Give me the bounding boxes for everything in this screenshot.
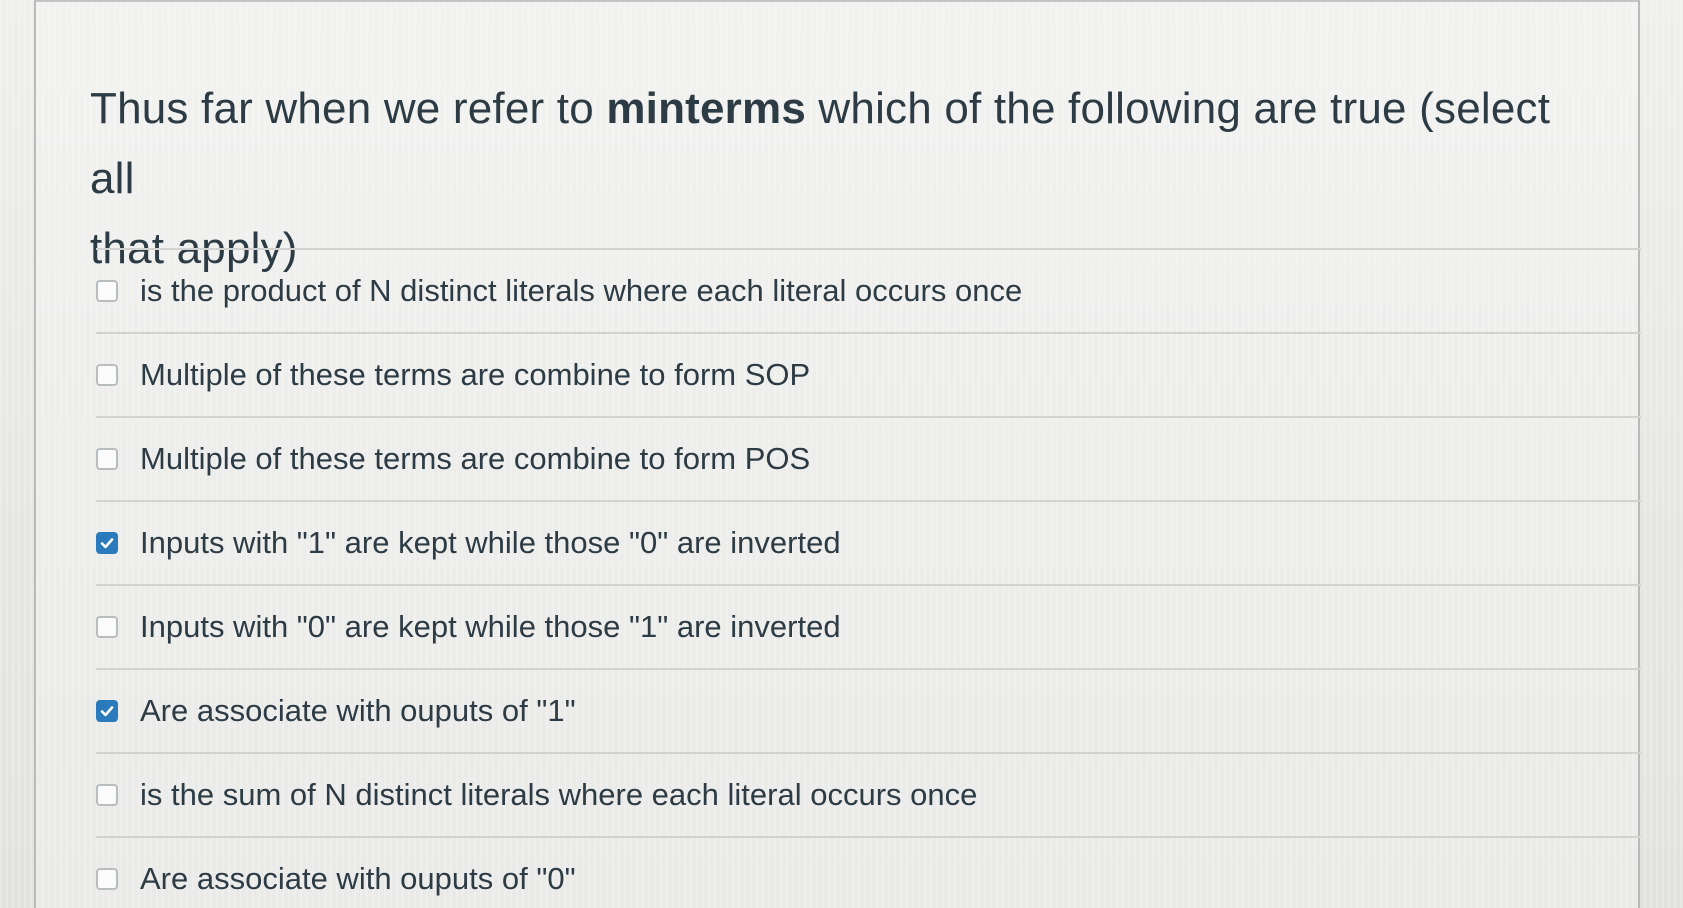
answer-option[interactable]: Multiple of these terms are combine to f… <box>96 332 1641 416</box>
question-prefix: Thus far when we refer to <box>90 84 607 133</box>
answer-label: is the product of N distinct literals wh… <box>140 273 1023 308</box>
answer-label: Multiple of these terms are combine to f… <box>140 357 811 392</box>
answer-option[interactable]: is the product of N distinct literals wh… <box>96 248 1641 332</box>
answer-label: Multiple of these terms are combine to f… <box>140 441 811 476</box>
answer-label: is the sum of N distinct literals where … <box>140 777 978 812</box>
checkmark-icon <box>100 538 114 549</box>
answer-label: Are associate with ouputs of "1" <box>140 693 576 728</box>
answer-label: Inputs with "1" are kept while those "0"… <box>140 525 841 560</box>
answer-option[interactable]: Are associate with ouputs of "1" <box>96 668 1641 752</box>
answer-option[interactable]: Multiple of these terms are combine to f… <box>96 416 1641 500</box>
checkbox-unchecked[interactable] <box>96 364 118 386</box>
answer-label: Are associate with ouputs of "0" <box>140 861 576 896</box>
checkbox-unchecked[interactable] <box>96 280 118 302</box>
question-keyword: minterms <box>606 84 806 133</box>
answer-option[interactable]: Inputs with "0" are kept while those "1"… <box>96 584 1641 668</box>
question-card: Thus far when we refer to minterms which… <box>34 0 1641 908</box>
checkbox-checked[interactable] <box>96 532 118 554</box>
checkmark-icon <box>100 706 114 717</box>
checkbox-checked[interactable] <box>96 700 118 722</box>
answer-option[interactable]: is the sum of N distinct literals where … <box>96 752 1641 836</box>
answer-label: Inputs with "0" are kept while those "1"… <box>140 609 841 644</box>
answer-list: is the product of N distinct literals wh… <box>96 248 1641 908</box>
answer-option[interactable]: Are associate with ouputs of "0" <box>96 836 1641 908</box>
checkbox-unchecked[interactable] <box>96 616 118 638</box>
checkbox-unchecked[interactable] <box>96 868 118 890</box>
checkbox-unchecked[interactable] <box>96 448 118 470</box>
screen: Thus far when we refer to minterms which… <box>0 0 1683 908</box>
answer-option[interactable]: Inputs with "1" are kept while those "0"… <box>96 500 1641 584</box>
checkbox-unchecked[interactable] <box>96 784 118 806</box>
